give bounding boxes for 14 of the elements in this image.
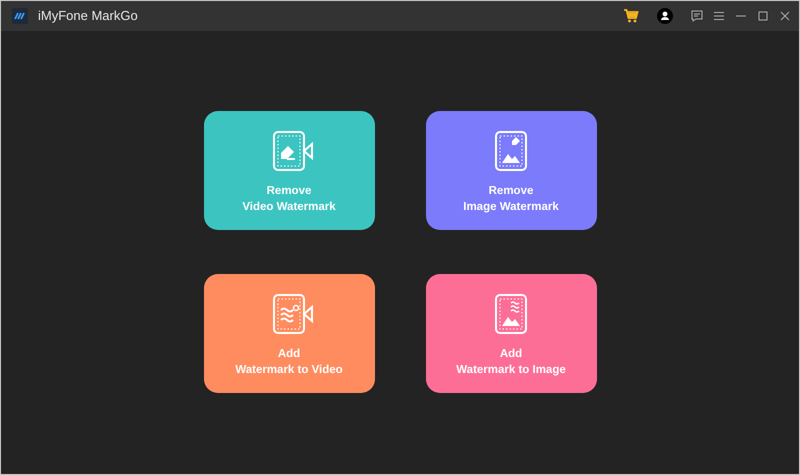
cart-icon[interactable]	[623, 8, 639, 24]
window-title: iMyFone MarkGo	[38, 7, 138, 26]
app-logo-icon	[12, 8, 28, 24]
maximize-icon[interactable]	[757, 10, 769, 22]
account-icon[interactable]	[657, 8, 673, 24]
feedback-icon[interactable]	[691, 10, 703, 22]
feature-card[interactable]: Remove Image Watermark	[426, 111, 596, 230]
close-icon[interactable]	[779, 10, 791, 22]
feature-card[interactable]: Remove Video Watermark	[204, 111, 374, 230]
feature-card[interactable]: Add Watermark to Video	[204, 274, 374, 393]
feature-card[interactable]: Add Watermark to Image	[426, 274, 596, 393]
wave-image-icon	[493, 292, 529, 336]
eraser-image-icon	[493, 129, 529, 173]
menu-icon[interactable]	[713, 10, 725, 22]
